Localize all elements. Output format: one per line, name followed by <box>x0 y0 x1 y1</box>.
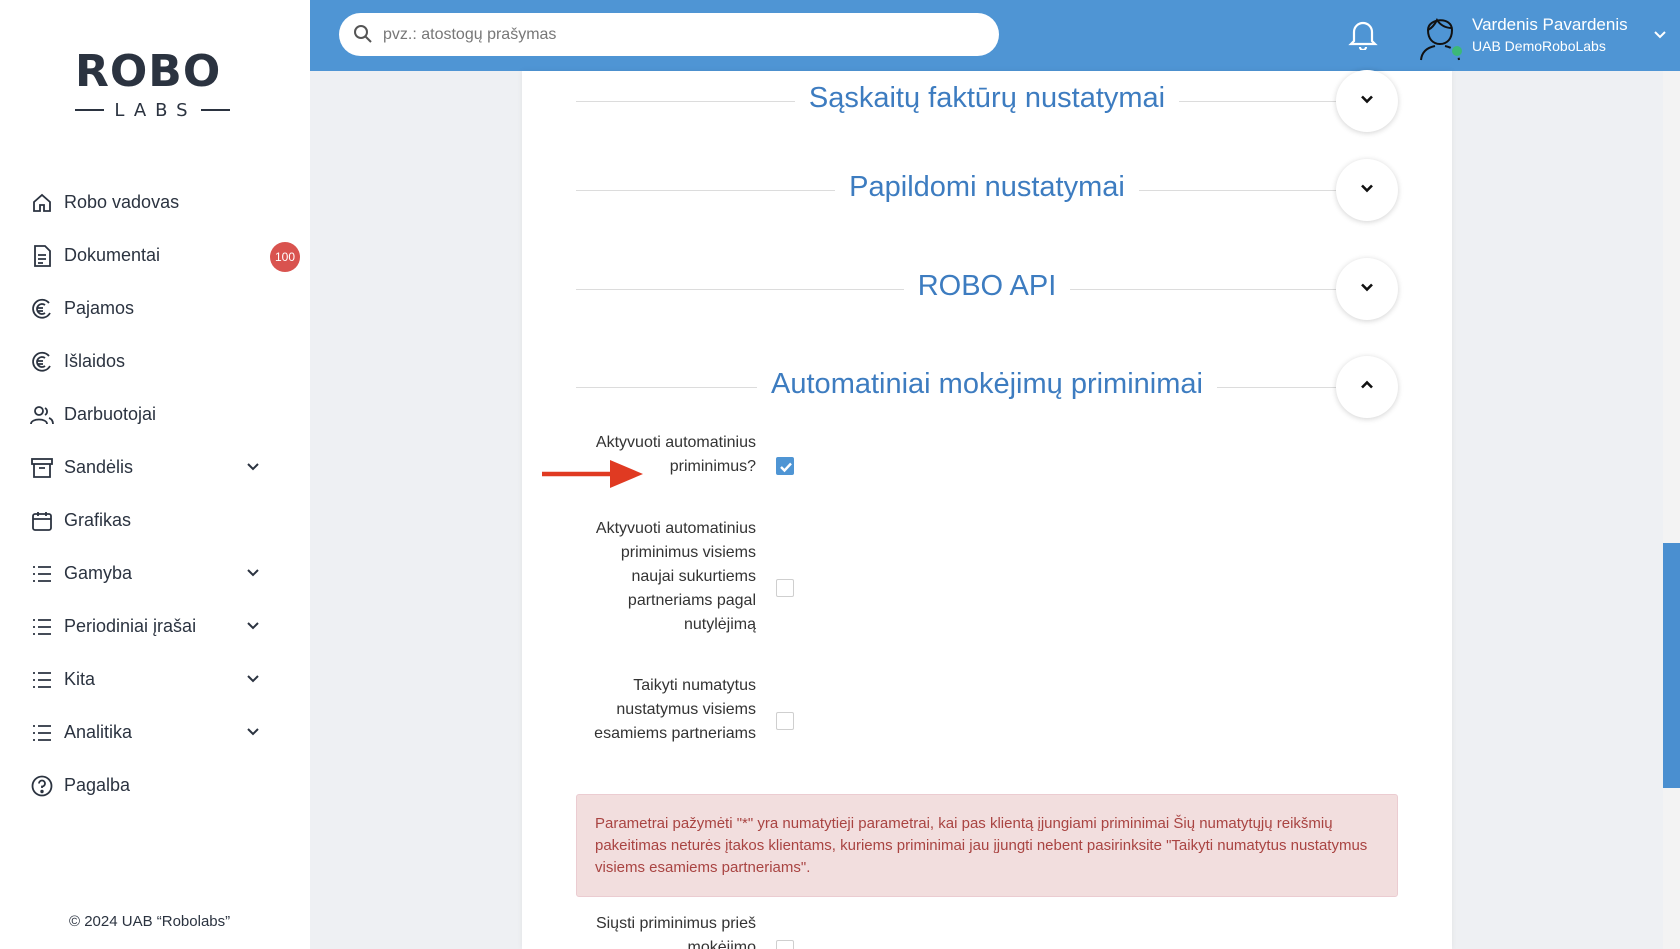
user-company[interactable]: UAB DemoRoboLabs <box>1472 38 1606 54</box>
list-icon <box>30 668 54 692</box>
defaults-warning-alert: Parametrai pažymėti "*" yra numatytieji … <box>576 794 1398 897</box>
sidebar: ROBO LABS Robo vadovas Dokumentai 100 Pa… <box>0 0 310 949</box>
sidebar-item-label: Dokumentai <box>64 245 161 265</box>
field-reminders-new-partners: Aktyvuoti automatinius priminimus visiem… <box>576 517 876 661</box>
section-robo-api: ROBO API <box>576 258 1398 322</box>
robolabs-logo[interactable]: ROBO LABS <box>75 48 230 126</box>
logo-subtext: LABS <box>114 99 197 121</box>
copyright-text: © 2024 UAB “Robolabs” <box>69 913 231 930</box>
section-payment-reminders: Automatiniai mokėjimų priminimai <box>576 356 1398 420</box>
list-icon <box>30 721 54 745</box>
sidebar-item-kita[interactable]: Kita <box>0 653 310 706</box>
sidebar-item-label: Grafikas <box>64 510 132 530</box>
section-title: Papildomi nustatymai <box>835 171 1139 203</box>
sidebar-item-grafikas[interactable]: Grafikas <box>0 494 310 547</box>
send-reminders-before-checkbox[interactable] <box>776 940 794 949</box>
chevron-down-icon[interactable] <box>245 459 261 475</box>
chevron-down-icon[interactable] <box>245 671 261 687</box>
field-label: Taikyti numatytus nustatymus visiems esa… <box>594 677 756 742</box>
section-title: Automatiniai mokėjimų priminimai <box>757 368 1217 400</box>
help-circle-icon <box>30 774 54 798</box>
sidebar-item-sandelis[interactable]: Sandėlis <box>0 441 310 494</box>
search-box[interactable] <box>339 13 999 56</box>
sidebar-item-label: Gamyba <box>64 563 133 583</box>
sidebar-item-islaidos[interactable]: Išlaidos <box>0 335 310 388</box>
sidebar-item-darbuotojai[interactable]: Darbuotojai <box>0 388 310 441</box>
search-icon <box>353 24 373 44</box>
sidebar-item-label: Išlaidos <box>64 351 126 371</box>
field-send-reminders-before: Siųsti priminimus prieš mokėjimo <box>576 912 876 949</box>
section-additional-settings: Papildomi nustatymai <box>576 159 1398 223</box>
calendar-icon <box>30 509 54 533</box>
sidebar-item-robo-vadovas[interactable]: Robo vadovas <box>0 176 310 229</box>
sidebar-item-analitika[interactable]: Analitika <box>0 706 310 759</box>
logo-wordmark: ROBO <box>75 46 222 97</box>
collapse-section-button[interactable] <box>1336 356 1398 418</box>
bell-icon[interactable] <box>1348 18 1378 52</box>
page-scrollbar-thumb[interactable] <box>1663 543 1680 788</box>
activate-reminders-checkbox[interactable] <box>776 457 794 475</box>
chevron-down-icon[interactable] <box>245 724 261 740</box>
online-status-indicator <box>1450 44 1464 58</box>
sidebar-item-gamyba[interactable]: Gamyba <box>0 547 310 600</box>
expand-section-button[interactable] <box>1336 258 1398 320</box>
sidebar-item-label: Robo vadovas <box>64 192 180 212</box>
sidebar-item-periodiniai-irasai[interactable]: Periodiniai įrašai <box>0 600 310 653</box>
chevron-up-icon <box>1359 377 1375 398</box>
field-apply-defaults-existing: Taikyti numatytus nustatymus visiems esa… <box>576 674 876 770</box>
page-scrollbar-track[interactable] <box>1663 71 1680 949</box>
sidebar-item-dokumentai[interactable]: Dokumentai 100 <box>0 229 310 282</box>
field-label: Siųsti priminimus prieš mokėjimo <box>595 915 756 949</box>
chevron-down-icon[interactable] <box>245 565 261 581</box>
list-icon <box>30 562 54 586</box>
sidebar-item-label: Sandėlis <box>64 457 134 477</box>
chevron-down-icon[interactable] <box>1652 27 1668 43</box>
sidebar-item-label: Analitika <box>64 722 133 742</box>
list-icon <box>30 615 54 639</box>
apply-defaults-existing-checkbox[interactable] <box>776 712 794 730</box>
chevron-down-icon <box>1359 91 1375 112</box>
euro-coin-icon <box>30 350 54 374</box>
user-name[interactable]: Vardenis Pavardenis <box>1472 15 1628 35</box>
sidebar-item-label: Kita <box>64 669 96 689</box>
field-label: Aktyvuoti automatinius priminimus visiem… <box>595 520 756 633</box>
documents-count-badge: 100 <box>270 242 300 272</box>
home-icon <box>30 191 54 215</box>
sidebar-item-label: Darbuotojai <box>64 404 157 424</box>
sidebar-item-label: Pagalba <box>64 775 131 795</box>
top-bar: Vardenis Pavardenis UAB DemoRoboLabs <box>310 0 1680 71</box>
chevron-down-icon <box>1359 279 1375 300</box>
users-icon <box>30 403 54 427</box>
search-input[interactable] <box>383 13 983 56</box>
sidebar-item-pagalba[interactable]: Pagalba <box>0 759 310 812</box>
expand-section-button[interactable] <box>1336 70 1398 132</box>
expand-section-button[interactable] <box>1336 159 1398 221</box>
section-invoice-settings: Sąskaitų faktūrų nustatymai <box>576 70 1398 134</box>
settings-card: Sąskaitų faktūrų nustatymai Papildomi nu… <box>522 70 1452 949</box>
sidebar-item-pajamos[interactable]: Pajamos <box>0 282 310 335</box>
document-icon <box>30 244 54 268</box>
archive-icon <box>30 456 54 480</box>
reminders-new-partners-checkbox[interactable] <box>776 579 794 597</box>
chevron-down-icon[interactable] <box>245 618 261 634</box>
sidebar-item-label: Pajamos <box>64 298 135 318</box>
euro-coin-icon <box>30 297 54 321</box>
sidebar-item-label: Periodiniai įrašai <box>64 616 197 636</box>
sidebar-nav: Robo vadovas Dokumentai 100 Pajamos Išla… <box>0 176 310 812</box>
checkmark-icon <box>780 462 792 473</box>
chevron-down-icon <box>1359 180 1375 201</box>
section-title: ROBO API <box>903 270 1071 302</box>
annotation-arrow-icon <box>542 460 643 488</box>
section-title: Sąskaitų faktūrų nustatymai <box>794 82 1180 114</box>
